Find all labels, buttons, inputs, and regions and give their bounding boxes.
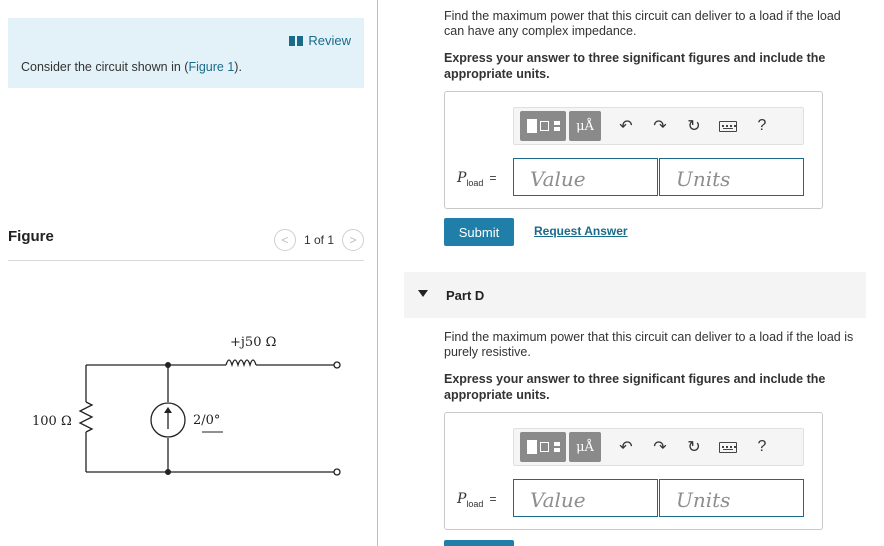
value-input[interactable]: Value bbox=[513, 158, 658, 196]
inductor-coil bbox=[225, 359, 257, 368]
part-d-title: Part D bbox=[446, 288, 485, 303]
part-d-toolbar: μÅ ↶ ↷ ↻ ? bbox=[513, 428, 804, 466]
undo-icon[interactable]: ↶ bbox=[609, 111, 643, 141]
intro-suffix: ). bbox=[234, 60, 242, 74]
keyboard-button[interactable] bbox=[711, 111, 745, 141]
part-d-header[interactable]: Part D bbox=[404, 272, 866, 318]
reactance-label: +j50 Ω bbox=[230, 335, 276, 350]
part-d-answer-box: μÅ ↶ ↷ ↻ ? Pload = Value Units bbox=[444, 412, 823, 530]
units-input[interactable]: Units bbox=[659, 158, 804, 196]
templates-button[interactable] bbox=[520, 111, 566, 141]
redo-icon[interactable]: ↷ bbox=[643, 432, 677, 462]
intro-text: Consider the circuit shown in (Figure 1)… bbox=[21, 60, 242, 74]
reset-icon[interactable]: ↻ bbox=[677, 432, 711, 462]
resistor-zigzag bbox=[78, 401, 94, 433]
circuit-diagram: +j50 Ω 100 Ω 2/0° bbox=[32, 335, 341, 476]
bottom-terminal bbox=[333, 468, 341, 476]
keyboard-icon bbox=[719, 120, 737, 132]
source-arrow-head bbox=[164, 407, 172, 413]
figure-link[interactable]: Figure 1 bbox=[188, 60, 234, 74]
book-icon bbox=[289, 35, 304, 46]
answer-sub: load bbox=[466, 177, 484, 188]
source-label: 2/0° bbox=[193, 413, 220, 428]
top-terminal bbox=[333, 361, 341, 369]
figure-title: Figure bbox=[8, 228, 54, 245]
undo-icon[interactable]: ↶ bbox=[609, 432, 643, 462]
pager-text: 1 of 1 bbox=[303, 233, 334, 247]
help-icon[interactable]: ? bbox=[745, 432, 779, 462]
answer-sub: load bbox=[466, 498, 484, 509]
part-c-answer-label: Pload = bbox=[457, 170, 496, 188]
templates-button[interactable] bbox=[520, 432, 566, 462]
part-d-answer-label: Pload = bbox=[457, 491, 496, 509]
keyboard-icon bbox=[719, 441, 737, 453]
reset-icon[interactable]: ↻ bbox=[677, 111, 711, 141]
units-input[interactable]: Units bbox=[659, 479, 804, 517]
answer-var: P bbox=[457, 491, 467, 507]
part-d-instruction: Express your answer to three significant… bbox=[444, 372, 826, 402]
part-c-toolbar: μÅ ↶ ↷ ↻ ? bbox=[513, 107, 804, 145]
intro-panel: Review Consider the circuit shown in (Fi… bbox=[8, 18, 364, 88]
answer-eq: = bbox=[489, 171, 497, 185]
help-icon[interactable]: ? bbox=[745, 111, 779, 141]
review-label: Review bbox=[308, 33, 351, 48]
figure-header: Figure < 1 of 1 > bbox=[8, 228, 364, 261]
left-pane: Review Consider the circuit shown in (Fi… bbox=[0, 0, 378, 546]
answer-var: P bbox=[457, 170, 467, 186]
chevron-left-icon[interactable]: < bbox=[273, 229, 296, 251]
review-link[interactable]: Review bbox=[289, 33, 351, 48]
units-button[interactable]: μÅ bbox=[569, 111, 601, 141]
templates-icon bbox=[526, 440, 560, 454]
bottom-node bbox=[165, 469, 171, 475]
part-c-answer-box: μÅ ↶ ↷ ↻ ? Pload = Value Units bbox=[444, 91, 823, 209]
keyboard-button[interactable] bbox=[711, 432, 745, 462]
resistor-label: 100 Ω bbox=[32, 414, 72, 429]
units-icon: μÅ bbox=[576, 439, 594, 455]
chevron-right-icon[interactable]: > bbox=[342, 229, 364, 251]
part-d-submit-button[interactable] bbox=[444, 540, 514, 546]
part-d-question: Find the maximum power that this circuit… bbox=[444, 330, 854, 359]
part-c-instruction: Express your answer to three significant… bbox=[444, 51, 826, 81]
collapse-triangle-icon[interactable] bbox=[418, 290, 428, 297]
submit-button[interactable]: Submit bbox=[444, 218, 514, 246]
units-icon: μÅ bbox=[576, 118, 594, 134]
value-input[interactable]: Value bbox=[513, 479, 658, 517]
request-answer-link[interactable]: Request Answer bbox=[534, 224, 628, 238]
answer-eq: = bbox=[489, 492, 497, 506]
redo-icon[interactable]: ↷ bbox=[643, 111, 677, 141]
top-node bbox=[165, 362, 171, 368]
figure-pager: < 1 of 1 > bbox=[273, 229, 364, 251]
units-button[interactable]: μÅ bbox=[569, 432, 601, 462]
templates-icon bbox=[526, 119, 560, 133]
intro-prefix: Consider the circuit shown in ( bbox=[21, 60, 189, 74]
part-c-question: Find the maximum power that this circuit… bbox=[444, 9, 841, 38]
